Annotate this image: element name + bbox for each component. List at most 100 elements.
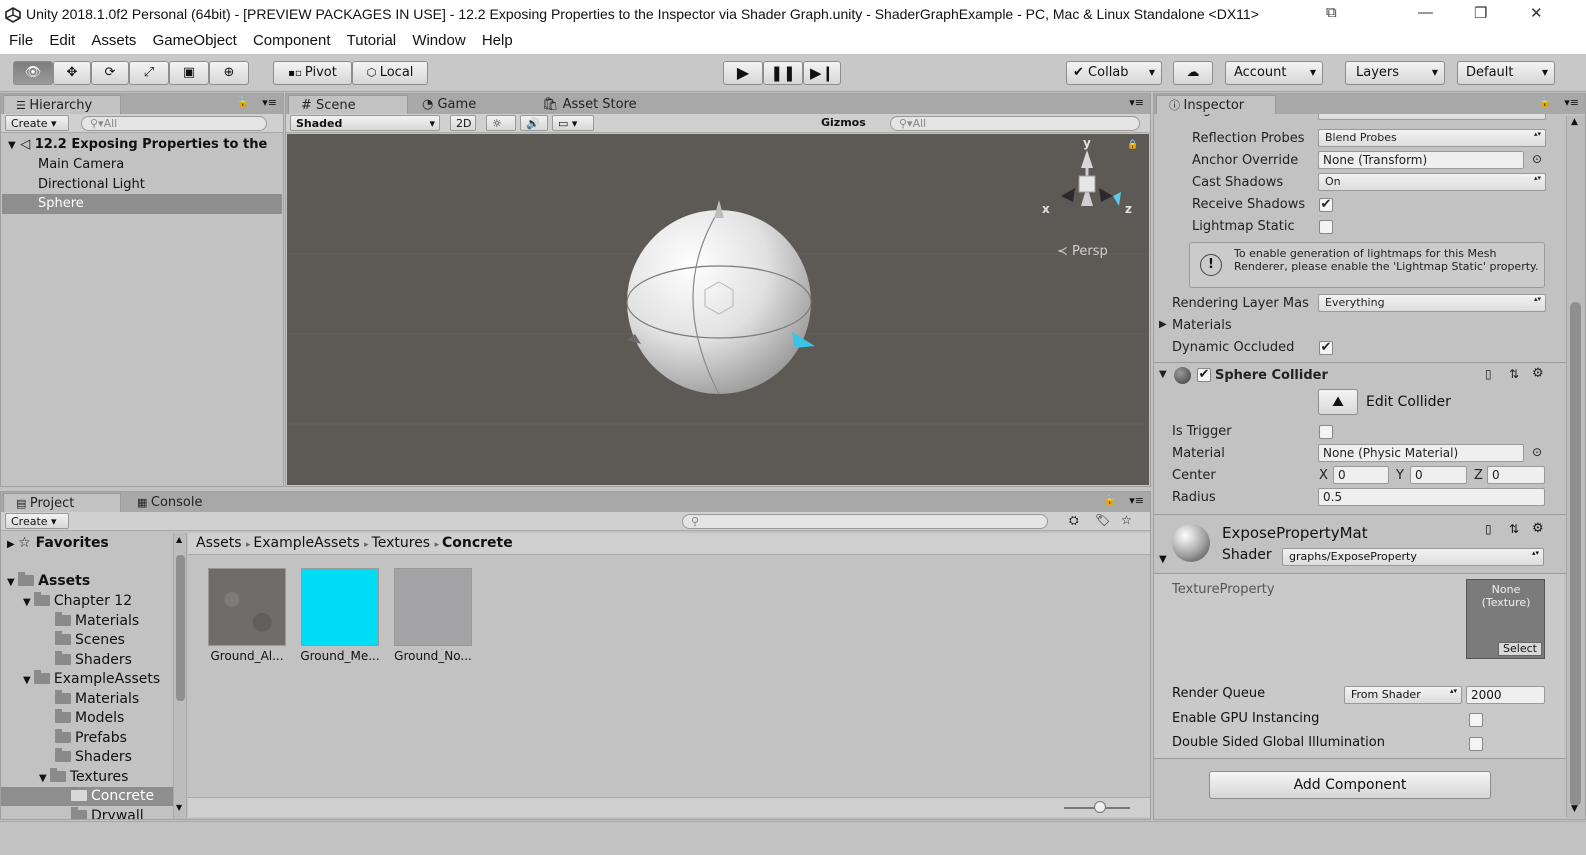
object-picker-icon[interactable]: ⊙ (1532, 445, 1542, 459)
lock-icon[interactable]: 🔒 (1104, 495, 1116, 506)
collapse-arrow-icon[interactable]: ▼ (1159, 369, 1167, 380)
lighting-toggle[interactable]: ☼ (486, 115, 516, 131)
gear-icon[interactable]: ⚙ (1532, 521, 1544, 536)
tree-scrollbar[interactable]: ▲ ▼ (173, 533, 187, 819)
lightmap-static-checkbox[interactable] (1319, 220, 1333, 234)
expand-arrow-icon[interactable]: ▼ (1159, 554, 1167, 565)
object-picker-icon[interactable]: ⊙ (1532, 152, 1542, 166)
hierarchy-item-sphere[interactable]: Sphere (2, 194, 282, 214)
scroll-down-icon[interactable]: ▼ (1571, 804, 1578, 814)
account-dropdown[interactable]: Account ▼ (1225, 61, 1323, 85)
tab-scene[interactable]: # Scene (288, 95, 408, 114)
receive-shadows-checkbox[interactable]: ✔ (1319, 198, 1333, 212)
dynamic-occluded-checkbox[interactable]: ✔ (1319, 341, 1333, 355)
scene-gizmo[interactable]: y x z ≺ Persp 🔒 (1039, 136, 1138, 259)
tab-inspector[interactable]: ⓘ Inspector (1156, 95, 1276, 114)
filter-type-icon[interactable]: ⛭ (1069, 513, 1079, 528)
shader-dropdown[interactable]: graphs/ExposeProperty (1282, 548, 1544, 566)
orientation-gizmo-icon[interactable] (1039, 136, 1135, 232)
audio-toggle[interactable]: 🔊 (520, 115, 548, 131)
texture-select-button[interactable]: Select (1498, 642, 1542, 656)
minimize-button[interactable]: — (1418, 4, 1433, 21)
slider-handle[interactable] (1094, 801, 1106, 813)
gpu-instancing-checkbox[interactable] (1469, 713, 1483, 727)
scene-root-row[interactable]: ▼ ◁ 12.2 Exposing Properties to the (2, 135, 282, 155)
local-button[interactable]: ⬡ Local (352, 61, 428, 85)
expand-arrow-icon[interactable]: ▶ (7, 539, 18, 550)
transform-tool-button[interactable]: ⊕ (209, 61, 249, 85)
center-y-field[interactable]: 0 (1410, 466, 1467, 484)
collab-dropdown[interactable]: ✔ Collab ▼ (1066, 61, 1162, 85)
preset-icon[interactable]: ⇅ (1509, 522, 1519, 536)
scroll-down-icon[interactable]: ▼ (176, 803, 182, 812)
tab-project[interactable]: ▤ Project (3, 493, 121, 512)
tree-item-models[interactable]: Models (55, 708, 124, 728)
cloud-button[interactable]: ☁ (1173, 61, 1213, 85)
gizmos-dropdown[interactable]: Gizmos ▾ (816, 115, 880, 144)
scroll-up-icon[interactable]: ▲ (176, 535, 182, 544)
expand-arrow-icon[interactable]: ▼ (8, 140, 16, 151)
menu-component[interactable]: Component (253, 30, 331, 52)
collapse-arrow-icon[interactable]: ▼ (7, 577, 18, 588)
row-materials[interactable]: ▶ Materials (1154, 315, 1585, 337)
lock-icon[interactable]: 🔒 (237, 97, 249, 108)
collapse-arrow-icon[interactable]: ▼ (23, 597, 34, 608)
effects-dropdown[interactable]: ▭ ▾ (552, 115, 594, 131)
create-dropdown[interactable]: Create ▾ (5, 513, 69, 529)
texture-slot[interactable]: None (Texture) Select (1466, 579, 1545, 659)
menu-edit[interactable]: Edit (49, 30, 75, 52)
tab-hierarchy[interactable]: ☰ Hierarchy (3, 95, 121, 114)
tree-item-materials[interactable]: Materials (55, 689, 139, 709)
filter-label-icon[interactable]: 🏷 (1095, 513, 1110, 527)
shading-dropdown[interactable]: Shaded ▾ (290, 115, 440, 131)
sphere-collider-header[interactable]: ▼ ✔ Sphere Collider ▯ ⇅ ⚙ (1154, 365, 1585, 387)
breadcrumb-assets[interactable]: Assets (196, 535, 242, 551)
move-tool-button[interactable]: ✥ (53, 61, 91, 85)
step-button[interactable]: ▶❙ (803, 61, 841, 85)
menu-window[interactable]: Window (412, 30, 465, 52)
breadcrumb-exampleassets[interactable]: ExampleAssets (253, 535, 359, 551)
maximize-button[interactable]: ❐ (1474, 4, 1487, 22)
tree-item-drywall[interactable]: Drywall (71, 806, 144, 819)
tab-asset-store[interactable]: 🛍 Asset Store (530, 95, 660, 114)
layout-dropdown[interactable]: Default ▼ (1457, 61, 1555, 85)
tree-item-scenes[interactable]: Scenes (55, 630, 125, 650)
scale-tool-button[interactable]: ⤢ (129, 61, 169, 85)
scrollbar-thumb[interactable] (176, 555, 185, 701)
help-book-icon[interactable]: ▯ (1485, 367, 1492, 381)
gear-icon[interactable]: ⚙ (1532, 366, 1544, 381)
reflection-probes-dropdown[interactable]: Blend Probes (1318, 129, 1546, 147)
tree-item-chapter-12[interactable]: ▼ Chapter 12 (23, 591, 132, 611)
menu-file[interactable]: File (9, 30, 33, 52)
is-trigger-checkbox[interactable] (1319, 425, 1333, 439)
projection-toggle[interactable]: ≺ Persp (1057, 244, 1108, 259)
favorite-star-icon[interactable]: ☆ (1121, 513, 1132, 527)
scrollbar-thumb[interactable] (1570, 302, 1581, 806)
panel-menu-icon[interactable]: ▾≡ (1129, 96, 1144, 109)
tree-item-concrete[interactable]: Concrete (71, 786, 154, 806)
pivot-button[interactable]: ▪▫ Pivot (273, 61, 352, 85)
asset-thumbnail-ground-albedo[interactable] (208, 568, 286, 646)
hierarchy-item-directional-light[interactable]: Directional Light (2, 175, 282, 195)
render-queue-dropdown[interactable]: From Shader (1344, 686, 1462, 704)
anchor-override-field[interactable]: None (Transform) (1318, 151, 1524, 169)
tree-item-shaders[interactable]: Shaders (55, 650, 132, 670)
breadcrumb-concrete[interactable]: Concrete (442, 535, 513, 551)
double-sided-gi-checkbox[interactable] (1469, 737, 1483, 751)
panel-menu-icon[interactable]: ▾≡ (1564, 96, 1579, 109)
panel-menu-icon[interactable]: ▾≡ (1129, 494, 1144, 507)
center-z-field[interactable]: 0 (1487, 466, 1545, 484)
2d-toggle[interactable]: 2D (450, 115, 476, 131)
tab-game[interactable]: ◔ Game (410, 95, 528, 114)
rect-tool-button[interactable]: ▣ (169, 61, 209, 85)
collapse-arrow-icon[interactable]: ▼ (23, 675, 34, 686)
gizmo-lock-icon[interactable]: 🔒 (1127, 140, 1138, 150)
asset-thumbnail-ground-metallic[interactable] (301, 568, 379, 646)
tree-item-materials[interactable]: Materials (55, 611, 139, 631)
tree-item-textures[interactable]: ▼ Textures (39, 767, 128, 787)
panel-menu-icon[interactable]: ▾≡ (262, 96, 277, 109)
tree-item-assets[interactable]: ▼ Assets (7, 571, 90, 591)
collider-handle-top[interactable] (714, 200, 724, 218)
menu-tutorial[interactable]: Tutorial (347, 30, 396, 52)
menu-help[interactable]: Help (482, 30, 513, 52)
